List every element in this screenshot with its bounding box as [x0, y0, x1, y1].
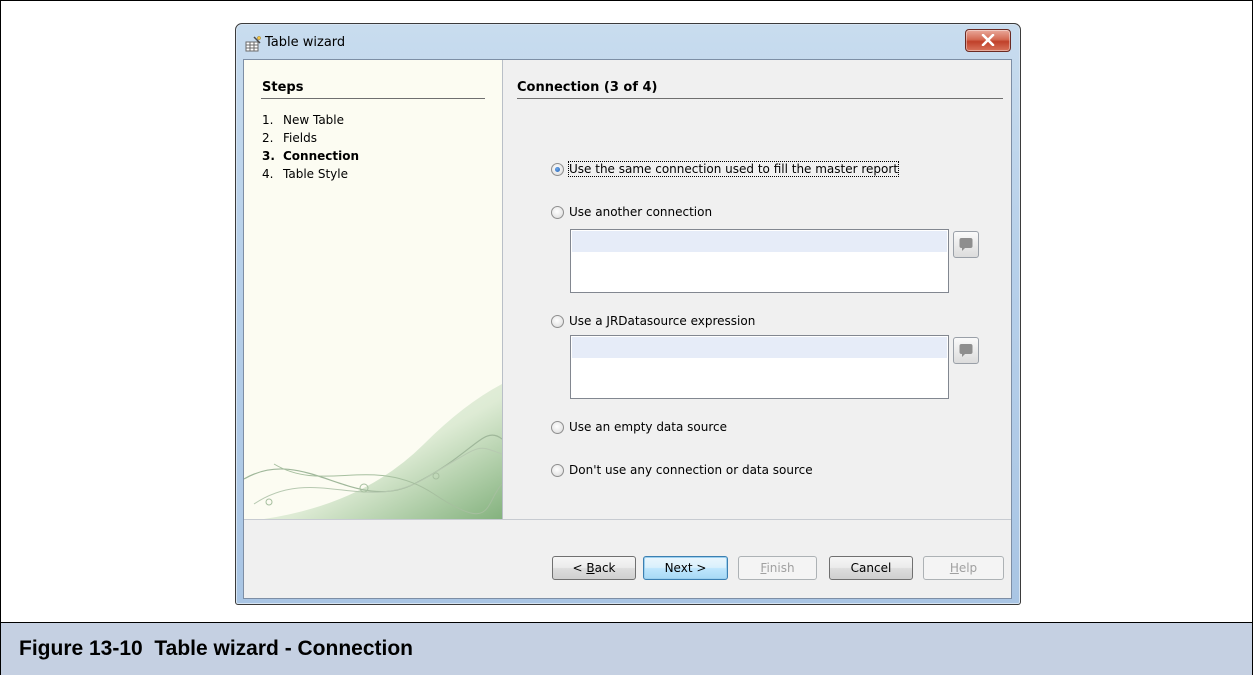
- cancel-button-label: Cancel: [850, 561, 892, 575]
- current-line-highlight: [572, 231, 947, 252]
- steps-heading: Steps: [262, 80, 304, 95]
- step-number: 2.: [262, 131, 274, 145]
- panel-title: Connection (3 of 4): [517, 80, 658, 95]
- step-number: 4.: [262, 167, 274, 181]
- current-line-highlight: [572, 337, 947, 358]
- step-label: Fields: [283, 131, 317, 145]
- expression-editor-icon: [959, 238, 973, 251]
- radio-label: Use a JRDatasource expression: [569, 314, 756, 328]
- close-icon: [981, 34, 995, 46]
- cancel-button[interactable]: Cancel: [829, 556, 913, 580]
- window-title: Table wizard: [265, 35, 346, 50]
- radio-label: Use an empty data source: [569, 420, 728, 434]
- radio-button[interactable]: [551, 421, 564, 434]
- datasource-expression-field[interactable]: [570, 335, 949, 399]
- table-wizard-window: Table wizard Steps 1. New Table 2. Field…: [235, 23, 1021, 605]
- figure-caption-bar: Figure 13-10 Table wizard - Connection: [1, 622, 1252, 675]
- wizard-client-area: Steps 1. New Table 2. Fields 3. Connecti…: [243, 59, 1012, 599]
- decorative-swirl-graphic: [244, 384, 502, 519]
- step-number: 1.: [262, 113, 274, 127]
- close-button[interactable]: [965, 29, 1011, 52]
- radio-button[interactable]: [551, 206, 564, 219]
- step-label: Table Style: [283, 167, 348, 181]
- figure-area: Table wizard Steps 1. New Table 2. Field…: [1, 1, 1252, 622]
- figure-caption: Figure 13-10 Table wizard - Connection: [19, 637, 414, 660]
- expression-editor-icon: [959, 344, 973, 357]
- step-number: 3.: [262, 149, 275, 163]
- back-button[interactable]: < Back: [552, 556, 636, 580]
- help-button-mnemonic: H: [949, 561, 959, 575]
- radio-label: Don't use any connection or data source: [569, 463, 813, 477]
- steps-pane: Steps 1. New Table 2. Fields 3. Connecti…: [244, 60, 503, 519]
- radio-button[interactable]: [551, 315, 564, 328]
- steps-divider: [261, 98, 485, 99]
- radio-label: Use the same connection used to fill the…: [567, 161, 900, 177]
- radio-button[interactable]: [551, 464, 564, 477]
- connection-expression-field[interactable]: [570, 229, 949, 293]
- radio-label: Use another connection: [569, 205, 713, 219]
- back-button-prefix: <: [572, 561, 587, 575]
- step-label: Connection: [283, 149, 360, 163]
- panel-divider: [517, 98, 1003, 99]
- back-button-mnemonic: B: [586, 561, 595, 575]
- radio-button[interactable]: [551, 163, 564, 176]
- next-button[interactable]: Next >: [643, 556, 728, 580]
- help-button-suffix: elp: [958, 561, 978, 575]
- connection-expression-editor-button[interactable]: [953, 231, 979, 258]
- finish-button[interactable]: Finish: [738, 556, 817, 580]
- step-label: New Table: [283, 113, 345, 127]
- finish-button-suffix: inish: [766, 561, 795, 575]
- next-button-label: Next >: [664, 561, 707, 575]
- help-button[interactable]: Help: [923, 556, 1004, 580]
- button-bar-divider: [244, 519, 1011, 520]
- wizard-app-icon: [245, 36, 261, 52]
- datasource-expression-editor-button[interactable]: [953, 337, 979, 364]
- title-bar[interactable]: Table wizard: [236, 24, 1020, 59]
- back-button-suffix: ack: [594, 561, 616, 575]
